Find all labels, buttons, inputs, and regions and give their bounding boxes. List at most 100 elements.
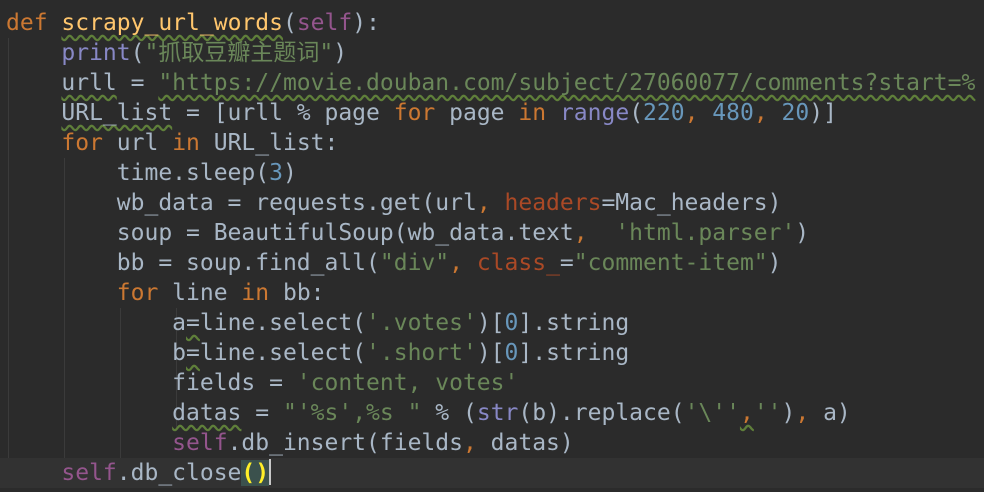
code-line-5[interactable]: for url in URL_list: <box>6 128 984 158</box>
code-token: ( <box>130 40 145 66</box>
code-token: , <box>795 400 824 426</box>
code-token: , <box>573 220 616 246</box>
code-token: 480 <box>712 100 754 126</box>
code-token: URL_list <box>61 100 173 126</box>
code-token: range <box>559 100 630 126</box>
code-line-1[interactable]: def scrapy_url_words(self): <box>6 8 984 38</box>
code-token: ) <box>282 160 297 186</box>
code-line-7[interactable]: wb_data = requests.get(url, headers=Mac_… <box>6 188 984 218</box>
code-token: .db_close <box>116 460 242 486</box>
code-line-16[interactable]: self.db_close() <box>0 458 984 488</box>
code-token: "https://movie.douban.com/subject/270600… <box>158 70 976 96</box>
code-line-4[interactable]: URL_list = [urll % page for page in rang… <box>6 98 984 128</box>
code-token: = <box>241 400 283 426</box>
code-line-12[interactable]: b=line.select('.short')[0].string <box>6 338 984 368</box>
code-token: def <box>6 10 48 36</box>
code-token: ( <box>282 10 297 36</box>
code-token: '.short' <box>366 340 477 366</box>
code-line-2[interactable]: print("抓取豆瓣主题词") <box>6 38 984 68</box>
code-token: , <box>462 430 491 456</box>
code-line-15[interactable]: self.db_insert(fields, datas) <box>6 428 984 458</box>
code-token: a) <box>823 400 851 426</box>
code-token: line <box>158 280 242 306</box>
code-token: wb_data = requests.get(url <box>6 190 477 216</box>
code-token: = <box>186 340 200 366</box>
code-token: "抓取豆瓣主题词" <box>144 40 334 66</box>
code-token: , <box>753 100 782 126</box>
code-token: in <box>172 130 200 156</box>
code-token: soup = BeautifulSoup(wb_data.text <box>6 220 574 246</box>
code-token: str <box>476 400 519 426</box>
code-token: , <box>449 250 477 276</box>
code-token: , <box>476 190 505 216</box>
code-token: )[ <box>476 340 505 366</box>
code-token: ) <box>795 220 810 246</box>
code-token: "'%s',%s " <box>282 400 422 426</box>
code-token: ) <box>767 250 782 276</box>
code-token: 0 <box>504 340 519 366</box>
code-line-14[interactable]: datas = "'%s',%s " % (str(b).replace('\'… <box>6 398 984 428</box>
code-token: a <box>6 310 187 336</box>
code-token: bb = soup.find_all( <box>6 250 380 276</box>
code-token: page <box>435 100 519 126</box>
code-token: '' <box>753 400 782 426</box>
code-token: headers <box>504 190 602 216</box>
code-editor[interactable]: def scrapy_url_words(self): print("抓取豆瓣主… <box>0 0 984 492</box>
code-token: 220 <box>643 100 685 126</box>
code-line-11[interactable]: a=line.select('.votes')[0].string <box>6 308 984 338</box>
code-token: fields = <box>6 370 297 396</box>
code-token: () <box>241 460 270 486</box>
code-token: "div" <box>379 250 450 276</box>
code-token: =Mac_headers) <box>601 190 782 216</box>
code-token: 0 <box>504 310 519 336</box>
code-token: line.select( <box>199 310 367 336</box>
code-token: b <box>6 340 187 366</box>
code-token: ): <box>352 10 380 36</box>
code-token: (b).replace( <box>518 400 685 426</box>
code-token: self <box>172 430 228 456</box>
code-token: line.select( <box>199 340 367 366</box>
code-token: 3 <box>269 160 283 186</box>
code-token: urll <box>61 70 117 96</box>
code-token: class_ <box>476 250 560 276</box>
code-token: = <box>559 250 574 276</box>
code-line-9[interactable]: bb = soup.find_all("div", class_="commen… <box>6 248 984 278</box>
code-token: print <box>61 40 131 66</box>
code-line-8[interactable]: soup = BeautifulSoup(wb_data.text, 'html… <box>6 218 984 248</box>
code-token: = [urll % page <box>172 100 394 126</box>
code-token: ) <box>333 40 348 66</box>
code-token: '\'' <box>684 400 740 426</box>
code-token: for <box>61 130 103 156</box>
code-line-10[interactable]: for line in bb: <box>6 278 984 308</box>
text-caret <box>269 459 272 485</box>
code-token: time.sleep( <box>6 160 270 186</box>
code-token: in <box>241 280 270 306</box>
code-token: bb: <box>269 280 325 306</box>
code-token: url <box>102 130 173 156</box>
code-token: for <box>393 100 436 126</box>
code-line-6[interactable]: time.sleep(3) <box>6 158 984 188</box>
code-token: "comment-item" <box>573 250 768 276</box>
code-token: )] <box>809 100 837 126</box>
code-token: = <box>116 70 159 96</box>
code-token: % ( <box>421 400 477 426</box>
code-token: self <box>61 460 117 486</box>
code-token: 'content, votes' <box>296 370 519 396</box>
code-line-13[interactable]: fields = 'content, votes' <box>6 368 984 398</box>
code-token: datas <box>172 400 242 426</box>
code-token: ( <box>629 100 644 126</box>
code-text-area[interactable]: def scrapy_url_words(self): print("抓取豆瓣主… <box>0 8 984 488</box>
code-line-3[interactable]: urll = "https://movie.douban.com/subject… <box>6 68 984 98</box>
code-token: self <box>296 10 353 36</box>
code-token: '.votes' <box>366 310 477 336</box>
code-token: .db_insert(fields <box>227 430 463 456</box>
